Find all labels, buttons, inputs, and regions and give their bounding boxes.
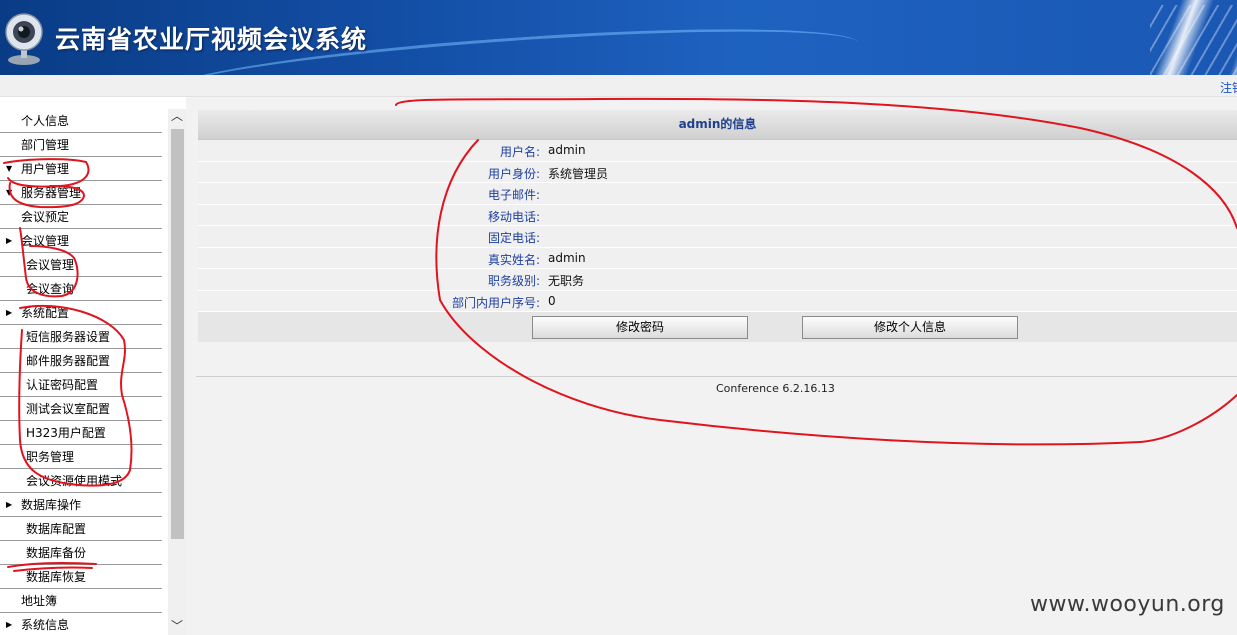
sidebar-item-system-config[interactable]: ▶ 系统配置: [0, 301, 162, 325]
sidebar-item-label: 系统信息: [21, 618, 70, 632]
collapse-arrow-icon: ▶: [6, 500, 13, 509]
field-label: 用户身份:: [487, 166, 540, 181]
edit-profile-button[interactable]: 修改个人信息: [802, 316, 1018, 339]
field-label: 真实姓名:: [487, 252, 540, 267]
sidebar-item-test-room[interactable]: 测试会议室配置: [0, 397, 162, 421]
sidebar-item-sms-server[interactable]: 短信服务器设置: [0, 325, 162, 349]
top-subbar: 注销: [0, 75, 1237, 97]
field-value: admin: [548, 250, 586, 265]
collapse-arrow-icon: ▶: [6, 308, 13, 317]
version-text: Conference 6.2.16.13: [716, 382, 835, 395]
sidebar-item-label: 数据库配置: [26, 522, 87, 536]
field-value: 无职务: [548, 274, 585, 288]
field-label: 部门内用户序号:: [451, 295, 540, 310]
sidebar-item-db-config[interactable]: 数据库配置: [0, 517, 162, 541]
sidebar-item-label: 部门管理: [21, 138, 70, 152]
sidebar-item-position-mgmt[interactable]: 职务管理: [0, 445, 162, 469]
scroll-down-icon[interactable]: ﹀: [170, 619, 184, 633]
sidebar-item-server-mgmt[interactable]: ▼ 服务器管理: [0, 181, 162, 205]
field-label: 职务级别:: [487, 274, 540, 288]
banner-stripes: [1150, 5, 1237, 75]
info-row-role: 用户身份: 系统管理员: [198, 161, 1237, 183]
action-row: 修改密码 修改个人信息: [198, 312, 1237, 342]
sidebar-item-auth-password[interactable]: 认证密码配置: [0, 373, 162, 397]
sidebar-item-label: 数据库恢复: [26, 570, 87, 584]
sidebar-item-db-backup[interactable]: 数据库备份: [0, 541, 162, 565]
sidebar-item-resource-mode[interactable]: 会议资源使用模式: [0, 469, 162, 493]
info-row-phone: 固定电话:: [198, 226, 1237, 248]
sidebar-item-department-mgmt[interactable]: 部门管理: [0, 133, 162, 157]
main-content: admin的信息 用户名: admin 用户身份: 系统管理员 电子邮件: 移动电话…: [186, 97, 1237, 635]
field-label: 电子邮件:: [487, 188, 540, 202]
sidebar-item-label: 用户管理: [21, 162, 70, 176]
change-password-button[interactable]: 修改密码: [532, 316, 748, 339]
info-row-dept-seq: 部门内用户序号: 0: [198, 290, 1237, 312]
sidebar-item-meeting-query[interactable]: 会议查询: [0, 277, 162, 301]
info-row-real-name: 真实姓名: admin: [198, 247, 1237, 269]
webcam-icon: [5, 13, 43, 65]
info-row-mobile: 移动电话:: [198, 204, 1237, 226]
field-label: 固定电话:: [487, 231, 540, 245]
sidebar-item-address-book[interactable]: 地址簿: [0, 589, 162, 613]
sidebar-item-label: 会议管理: [21, 234, 70, 248]
sidebar-item-meeting-mgmt-group[interactable]: ▶ 会议管理: [0, 229, 162, 253]
sidebar: 个人信息 部门管理 ▼ 用户管理 ▼ 服务器管理 会议预定 ▶ 会议管理 会议管理 会…: [0, 97, 186, 635]
info-heading: admin的信息: [198, 110, 1237, 140]
header-banner: 云南省农业厅视频会议系统: [0, 0, 1237, 75]
sidebar-item-database-ops[interactable]: ▶ 数据库操作: [0, 493, 162, 517]
field-label: 用户名:: [499, 145, 540, 159]
sidebar-item-label: 短信服务器设置: [26, 330, 111, 344]
sidebar-item-meeting-mgmt[interactable]: 会议管理: [0, 253, 162, 277]
sidebar-item-mail-server[interactable]: 邮件服务器配置: [0, 349, 162, 373]
sidebar-item-personal-info[interactable]: 个人信息: [0, 109, 162, 133]
sidebar-item-label: 测试会议室配置: [26, 402, 111, 416]
field-value: 系统管理员: [548, 166, 609, 181]
sidebar-scrollbar[interactable]: ︿ ﹀: [168, 109, 186, 635]
info-row-position: 职务级别: 无职务: [198, 269, 1237, 291]
sidebar-item-label: 会议管理: [26, 258, 75, 272]
sidebar-item-label: 职务管理: [26, 450, 75, 464]
sidebar-menu: 个人信息 部门管理 ▼ 用户管理 ▼ 服务器管理 会议预定 ▶ 会议管理 会议管理 会…: [0, 109, 162, 635]
sidebar-item-label: 会议预定: [21, 210, 70, 224]
collapse-arrow-icon: ▶: [6, 236, 13, 245]
sidebar-item-user-mgmt[interactable]: ▼ 用户管理: [0, 157, 162, 181]
collapse-arrow-icon: ▶: [6, 620, 13, 629]
field-value: 0: [548, 293, 556, 308]
sidebar-item-db-restore[interactable]: 数据库恢复: [0, 565, 162, 589]
scrollbar-thumb[interactable]: [171, 129, 184, 539]
sidebar-item-system-info[interactable]: ▶ 系统信息: [0, 613, 162, 635]
sidebar-item-label: 数据库操作: [21, 498, 82, 512]
user-info-panel: admin的信息 用户名: admin 用户身份: 系统管理员 电子邮件: 移动电话…: [198, 110, 1237, 342]
sidebar-item-meeting-booking[interactable]: 会议预定: [0, 205, 162, 229]
app-title: 云南省农业厅视频会议系统: [55, 25, 368, 54]
sidebar-item-label: 邮件服务器配置: [26, 354, 111, 368]
expand-arrow-icon: ▼: [6, 188, 13, 197]
footer-divider: [196, 376, 1237, 377]
logout-link[interactable]: 注销: [1220, 79, 1237, 96]
sidebar-item-label: 服务器管理: [21, 186, 82, 200]
sidebar-item-label: 地址簿: [21, 594, 58, 608]
sidebar-item-label: 数据库备份: [26, 546, 87, 560]
field-value: admin: [548, 143, 586, 157]
sidebar-item-label: 系统配置: [21, 306, 70, 320]
sidebar-item-label: 会议资源使用模式: [26, 474, 123, 488]
sidebar-item-label: 认证密码配置: [26, 378, 99, 392]
watermark-text: www.wooyun.org: [1030, 592, 1225, 617]
sidebar-item-label: 个人信息: [21, 114, 70, 128]
field-label: 移动电话:: [487, 209, 540, 224]
sidebar-item-label: H323用户配置: [26, 426, 106, 440]
expand-arrow-icon: ▼: [6, 164, 13, 173]
info-row-username: 用户名: admin: [198, 140, 1237, 162]
scroll-up-icon[interactable]: ︿: [170, 109, 184, 123]
info-row-email: 电子邮件:: [198, 183, 1237, 205]
sidebar-item-h323-user[interactable]: H323用户配置: [0, 421, 162, 445]
sidebar-item-label: 会议查询: [26, 282, 75, 296]
page-root: 云南省农业厅视频会议系统 注销 个人信息 部门管理 ▼ 用户管理 ▼ 服务器管理 会…: [0, 0, 1237, 635]
